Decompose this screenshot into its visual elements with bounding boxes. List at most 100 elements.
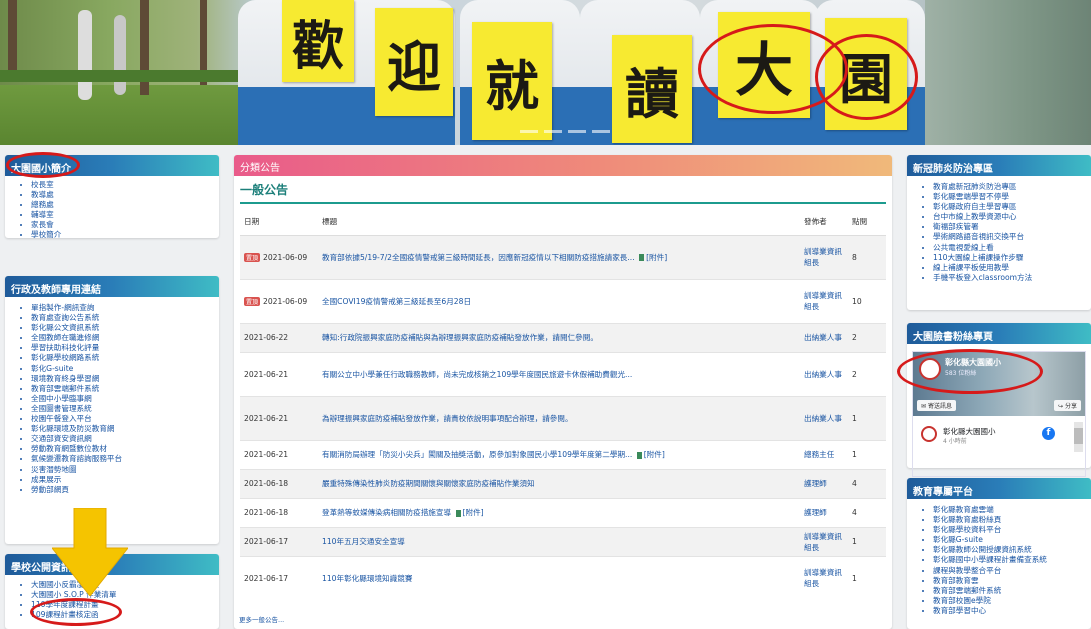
widget-scroll-thumb[interactable] (1074, 428, 1083, 444)
more-announcements-link[interactable]: 更多一般公告... (239, 614, 284, 624)
admin-link[interactable]: 交通部資安資訊網 (31, 434, 219, 444)
table-row[interactable]: 2021-06-17 110年五月交通安全宣導 訓導業資訊組長 1 (240, 526, 886, 556)
admin-link[interactable]: 校園午餐登入平台 (31, 414, 219, 424)
announcement-link[interactable]: 教育部依據5/19-7/2全國疫情警戒第三級時間延長，因應新冠疫情以下相關防疫措… (322, 253, 635, 262)
post-time: 4 小時前 (943, 438, 967, 445)
row-clicks: 4 (848, 468, 886, 498)
facebook-icon[interactable]: f (1042, 427, 1055, 440)
edu-platform-title: 教育專屬平台 (907, 478, 1091, 499)
row-clicks: 1 (848, 395, 886, 440)
announcement-link[interactable]: 全國COVI19疫情警戒第三級延長至6月28日 (322, 297, 471, 306)
attachment-link[interactable]: [附件] (644, 450, 665, 459)
intro-link[interactable]: 家長會 (31, 220, 219, 230)
covid-link[interactable]: 線上補課平板使用教學 (933, 263, 1091, 273)
announcement-link[interactable]: 登革熱等蚊媒傳染病相關防疫措施宣導 (322, 508, 451, 517)
admin-link[interactable]: 勞動教育網暨數位教材 (31, 444, 219, 454)
row-date: 2021-06-21 (240, 351, 318, 396)
widget-scrollbar[interactable] (1074, 422, 1083, 452)
table-row[interactable]: 2021-06-21 為辦理振興家庭防疫補貼發放作業，請貴校依說明事項配合辦理，請… (240, 395, 886, 440)
admin-link[interactable]: 環境教育終身學習網 (31, 374, 219, 384)
row-clicks: 2 (848, 351, 886, 396)
edu-link[interactable]: 教育部教育雲 (933, 576, 1091, 586)
row-publisher: 出納業人事 (800, 395, 848, 440)
admin-link[interactable]: 氣候變遷教育諮詢服務平台 (31, 454, 219, 464)
admin-link[interactable]: 教育部雲端郵件系統 (31, 384, 219, 394)
row-title-cell: 嚴重特殊傳染性肺炎防疫期間關懷與關懷家庭防疫補貼作業須知 (318, 468, 800, 498)
intro-link[interactable]: 輔導室 (31, 210, 219, 220)
intro-link[interactable]: 學校簡介 (31, 230, 219, 240)
table-row[interactable]: 2021-06-21 有關消防局辦理「防災小尖兵」闖關及抽獎活動，原參加對象國民小… (240, 439, 886, 469)
carousel-indicators[interactable] (520, 130, 610, 133)
row-publisher: 出納業人事 (800, 351, 848, 396)
edu-link[interactable]: 彰化縣教師公開授課資訊系統 (933, 545, 1091, 555)
intro-link[interactable]: 總務處 (31, 200, 219, 210)
covid-link[interactable]: 台中市線上教學資源中心 (933, 212, 1091, 222)
intro-link[interactable]: 校長室 (31, 180, 219, 190)
banner-hedge (0, 70, 240, 82)
announcements-table: 日期 標題 發佈者 點閱 置頂 2021-06-09 教育部依據5/19-7/2全國… (240, 208, 886, 600)
covid-link[interactable]: 彰化縣政府自主學習專區 (933, 202, 1091, 212)
admin-link[interactable]: 勞動部網頁 (31, 485, 219, 495)
edu-link[interactable]: 彰化縣學校資料平台 (933, 525, 1091, 535)
announcements-header: 分類公告 (234, 155, 892, 176)
share-icon: ↪ (1058, 403, 1064, 410)
covid-link[interactable]: 衛福部疾管署 (933, 222, 1091, 232)
send-message-button[interactable]: ✉ 寄送訊息 (917, 400, 956, 411)
table-row[interactable]: 2021-06-18 登革熱等蚊媒傳染病相關防疫措施宣導 [附件] 護理師 4 (240, 497, 886, 527)
table-row[interactable]: 置頂 2021-06-09 教育部依據5/19-7/2全國疫情警戒第三級時間延長，因… (240, 234, 886, 279)
admin-link[interactable]: 彰化G-suite (31, 364, 219, 374)
table-row[interactable]: 2021-06-22 轉知:行政院振興家庭防疫補貼與為辦理振興家庭防疫補貼發放作業… (240, 322, 886, 352)
share-button[interactable]: ↪ 分享 (1054, 400, 1081, 411)
edu-link[interactable]: 彰化縣國中小學課程計畫備查系統 (933, 555, 1091, 565)
table-row[interactable]: 置頂 2021-06-09 全國COVI19疫情警戒第三級延長至6月28日 訓導業資訊… (240, 278, 886, 323)
edu-link[interactable]: 彰化縣G-suite (933, 535, 1091, 545)
attachment-link[interactable]: [附件] (463, 508, 484, 517)
covid-link[interactable]: 學術網路語音視訊交換平台 (933, 232, 1091, 242)
edu-link[interactable]: 課程與教學整合平台 (933, 566, 1091, 576)
admin-link[interactable]: 災害潛勢地圖 (31, 465, 219, 475)
admin-link[interactable]: 單指製作-網訊查詢 (31, 303, 219, 313)
col-date-header: 日期 (240, 208, 318, 236)
table-row[interactable]: 2021-06-17 110年彰化縣環境知識競賽 訓導業資訊組長 1 (240, 555, 886, 600)
admin-link[interactable]: 彰化縣學校網路系統 (31, 353, 219, 363)
admin-link[interactable]: 全國中小學臨事網 (31, 394, 219, 404)
covid-link[interactable]: 彰化縣雲端學習不停學 (933, 192, 1091, 202)
table-row[interactable]: 2021-06-18 嚴重特殊傳染性肺炎防疫期間關懷與關懷家庭防疫補貼作業須知 護理… (240, 468, 886, 498)
admin-link[interactable]: 全國圖書管理系統 (31, 404, 219, 414)
announcement-link[interactable]: 轉知:行政院振興家庭防疫補貼與為辦理振興家庭防疫補貼發放作業，請閱仁參閱。 (322, 333, 598, 342)
row-clicks: 1 (848, 526, 886, 556)
row-date: 2021-06-21 (240, 395, 318, 440)
intro-link[interactable]: 教導處 (31, 190, 219, 200)
admin-link[interactable]: 學習扶助科技化評量 (31, 343, 219, 353)
edu-link[interactable]: 教育部校園e學院 (933, 596, 1091, 606)
announcement-link[interactable]: 110年五月交通安全宣導 (322, 537, 405, 546)
announcement-link[interactable]: 有關公立中小學兼任行政職務教師，尚未完成核銷之109學年度國民旅遊卡休假補助費觀… (322, 370, 632, 379)
covid-link[interactable]: 110大園線上補課操作步驟 (933, 253, 1091, 263)
table-row[interactable]: 2021-06-21 有關公立中小學兼任行政職務教師，尚未完成核銷之109學年度國… (240, 351, 886, 396)
covid-link[interactable]: 手機平板登入classroom方法 (933, 273, 1091, 283)
covid-link[interactable]: 公共電視愛線上看 (933, 243, 1091, 253)
row-title-cell: 全國COVI19疫情警戒第三級延長至6月28日 (318, 278, 800, 323)
edu-link[interactable]: 彰化縣教育處雲端 (933, 505, 1091, 515)
covid-link[interactable]: 教育處新冠肺炎防治專區 (933, 182, 1091, 192)
col-publisher-header: 發佈者 (800, 208, 848, 236)
admin-link[interactable]: 教育處查詢公告系統 (31, 313, 219, 323)
announcement-link[interactable]: 有關消防局辦理「防災小尖兵」闖關及抽獎活動，原參加對象國民小學109學年度第二學… (322, 450, 632, 459)
admin-links-panel: 行政及教師專用連結 單指製作-網訊查詢 教育處查詢公告系統 彰化縣公文資訊系統 … (5, 276, 219, 544)
row-title-cell: 教育部依據5/19-7/2全國疫情警戒第三級時間延長，因應新冠疫情以下相關防疫措… (318, 234, 800, 279)
attachment-link[interactable]: [附件] (646, 253, 667, 262)
admin-link[interactable]: 成果展示 (31, 475, 219, 485)
admin-link[interactable]: 彰化縣公文資訊系統 (31, 323, 219, 333)
row-clicks: 8 (848, 234, 886, 279)
announcement-link[interactable]: 嚴重特殊傳染性肺炎防疫期間關懷與關懷家庭防疫補貼作業須知 (322, 479, 535, 488)
admin-link[interactable]: 全國教師在職進修網 (31, 333, 219, 343)
row-clicks: 2 (848, 322, 886, 352)
row-date: 2021-06-18 (240, 497, 318, 527)
announcement-link[interactable]: 為辦理振興家庭防疫補貼發放作業，請貴校依說明事項配合辦理，請參閱。 (322, 414, 573, 423)
admin-link[interactable]: 彰化縣環境及防災教育網 (31, 424, 219, 434)
edu-link[interactable]: 教育部雲端郵件系統 (933, 586, 1091, 596)
edu-link[interactable]: 教育部學習中心 (933, 606, 1091, 616)
banner-sign: 讀 (612, 35, 692, 143)
announcement-link[interactable]: 110年彰化縣環境知識競賽 (322, 574, 412, 583)
edu-link[interactable]: 彰化縣教育處粉絲頁 (933, 515, 1091, 525)
